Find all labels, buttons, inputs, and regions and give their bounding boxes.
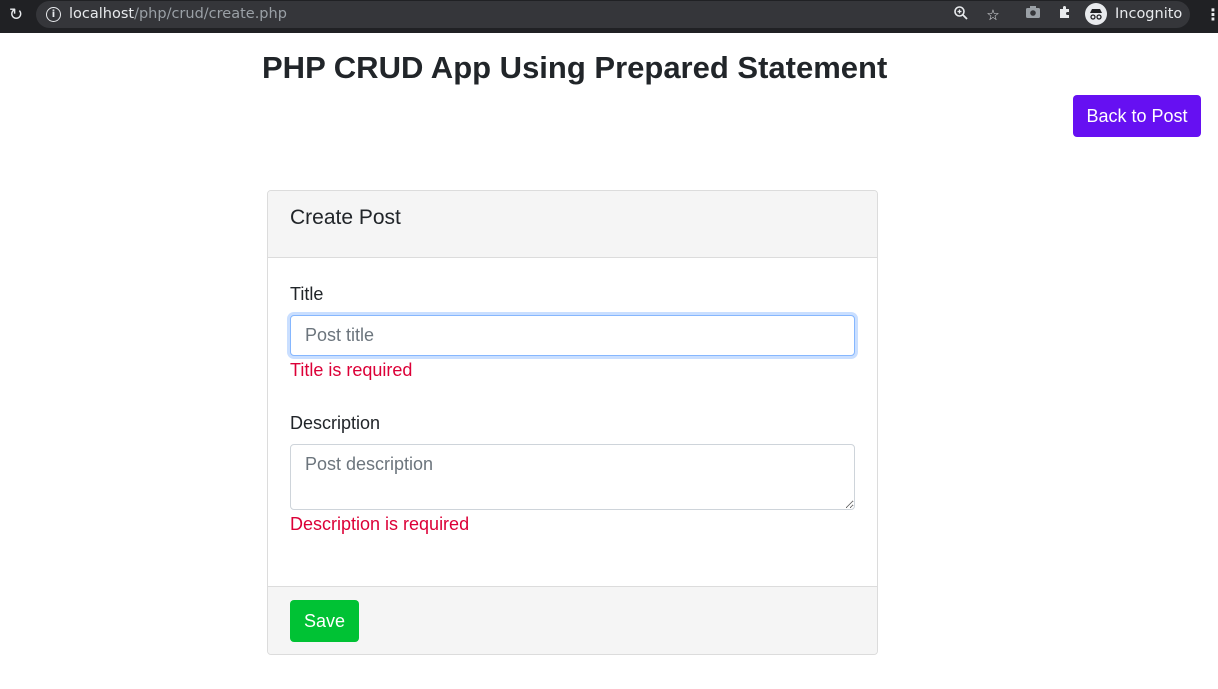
info-icon[interactable]: i: [46, 7, 61, 22]
incognito-label[interactable]: Incognito: [1115, 5, 1182, 23]
title-error: Title is required: [290, 360, 413, 380]
back-to-post-button[interactable]: Back to Post: [1073, 95, 1201, 137]
zoom-icon[interactable]: [951, 5, 971, 25]
camera-icon[interactable]: [1023, 4, 1043, 24]
title-input[interactable]: [290, 315, 855, 356]
description-label: Description: [290, 413, 381, 433]
card-title: Create Post: [290, 206, 401, 229]
star-icon[interactable]: ☆: [983, 5, 1003, 25]
browser-toolbar: ↻ i localhost/php/crud/create.php ☆ Inco…: [0, 0, 1218, 33]
incognito-icon[interactable]: [1085, 3, 1107, 25]
title-label: Title: [290, 284, 324, 304]
url-host: localhost: [69, 6, 135, 22]
description-input[interactable]: [290, 444, 855, 510]
address-bar[interactable]: i localhost/php/crud/create.php ☆: [36, 1, 1190, 28]
description-error: Description is required: [290, 514, 470, 534]
create-post-card: Create Post Title Title is required Desc…: [267, 190, 878, 655]
menu-icon[interactable]: ⋮: [1205, 5, 1218, 25]
card-footer: Save: [268, 586, 877, 654]
extensions-icon[interactable]: [1055, 4, 1075, 24]
url-text[interactable]: localhost/php/crud/create.php: [69, 5, 287, 23]
reload-icon[interactable]: ↻: [6, 5, 26, 25]
save-button[interactable]: Save: [290, 600, 359, 642]
page-title: PHP CRUD App Using Prepared Statement: [262, 50, 888, 85]
url-path: /php/crud/create.php: [134, 6, 287, 22]
card-header: Create Post: [268, 191, 877, 258]
